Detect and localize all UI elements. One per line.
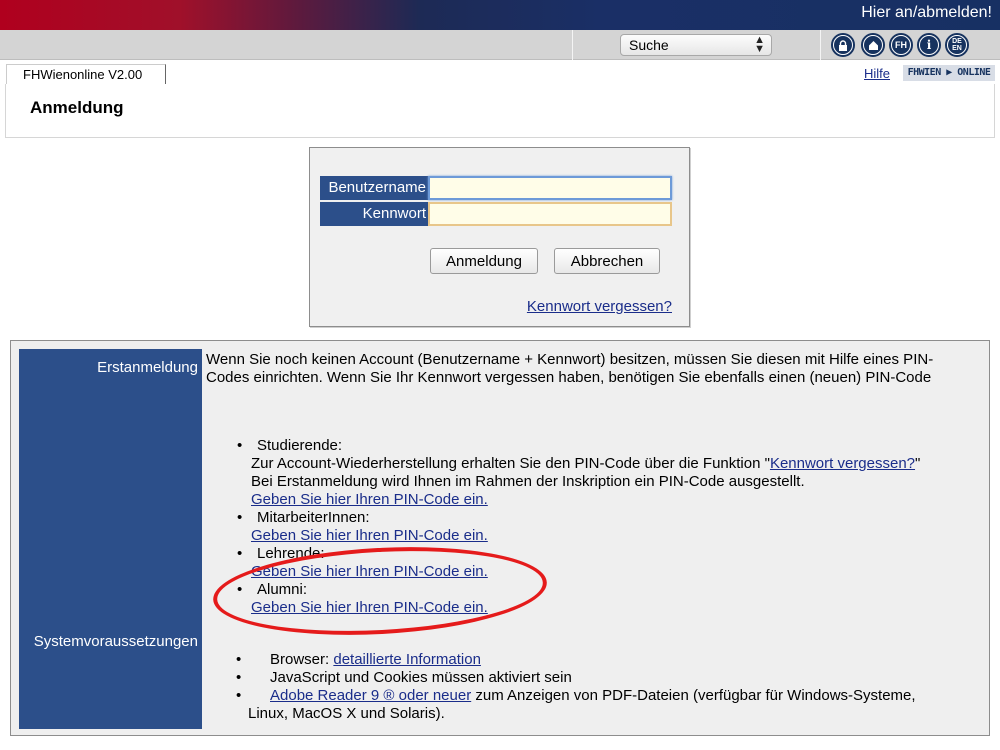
fh-icon[interactable]: FH (889, 33, 913, 57)
students-line1-prefix: Zur Account-Wiederherstellung erhalten S… (251, 455, 770, 472)
select-arrows-icon: ▲ ▼ (754, 34, 765, 55)
username-label: Benutzername (320, 176, 428, 200)
students-pin-link[interactable]: Geben Sie hier Ihren PIN-Code ein. (251, 491, 488, 509)
title-panel: Anmeldung (5, 84, 995, 138)
browser-info-link[interactable]: detaillierte Information (333, 651, 481, 668)
requirement-browser: Browser: detaillierte Information (270, 651, 481, 669)
requirement-adobe: Adobe Reader 9 ® oder neuer zum Anzeigen… (270, 687, 916, 705)
bullet: • (237, 545, 243, 562)
top-banner: Hier an/abmelden! (0, 0, 1000, 30)
search-cell: Suche ▲ ▼ (572, 30, 820, 60)
brand-logo: FHWIEN ▶ ONLINE (903, 65, 995, 81)
students-line1: Zur Account-Wiederherstellung erhalten S… (251, 455, 920, 473)
page-title: Anmeldung (30, 98, 124, 117)
password-field[interactable] (428, 202, 672, 226)
requirement-js-cookies: JavaScript und Cookies müssen aktiviert … (270, 669, 572, 686)
students-title: Studierende: (257, 437, 343, 454)
toolbar: Suche ▲ ▼ FH i DE EN (0, 30, 1000, 60)
info-icon[interactable]: i (917, 33, 941, 57)
system-requirements-label: Systemvoraussetzungen (33, 633, 198, 650)
cancel-button[interactable]: Abbrechen (554, 248, 660, 274)
staff-pin-link[interactable]: Geben Sie hier Ihren PIN-Code ein. (251, 527, 488, 545)
bullet: • (236, 651, 242, 668)
icon-cell: FH i DE EN (820, 30, 1000, 60)
search-select[interactable]: Suche ▲ ▼ (620, 34, 772, 56)
username-field[interactable] (428, 176, 672, 200)
bullet: • (237, 437, 243, 454)
tab-row: FHWienonline V2.00 Hilfe FHWIEN ▶ ONLINE (0, 60, 1000, 84)
help-link[interactable]: Hilfe (864, 66, 890, 81)
first-login-label: Erstanmeldung (97, 359, 198, 376)
info-panel: Erstanmeldung Systemvoraussetzungen Wenn… (10, 340, 990, 736)
tab-fhwienonline[interactable]: FHWienonline V2.00 (6, 64, 166, 84)
language-icon[interactable]: DE EN (945, 33, 969, 57)
forgot-password-link[interactable]: Kennwort vergessen? (527, 298, 672, 315)
lock-icon[interactable] (831, 33, 855, 57)
browser-label: Browser: (270, 651, 334, 668)
bullet: • (236, 687, 242, 704)
search-select-value: Suche (629, 37, 669, 53)
info-side-label: Erstanmeldung Systemvoraussetzungen (19, 349, 202, 729)
adobe-reader-link[interactable]: Adobe Reader 9 ® oder neuer (270, 687, 471, 704)
login-logout-link[interactable]: Hier an/abmelden! (861, 4, 992, 22)
intro-text: Wenn Sie noch keinen Account (Benutzerna… (206, 351, 934, 386)
students-line2: Bei Erstanmeldung wird Ihnen im Rahmen d… (251, 473, 805, 490)
students-forgot-password-link[interactable]: Kennwort vergessen? (770, 455, 915, 472)
staff-title: MitarbeiterInnen: (257, 509, 370, 526)
bullet: • (237, 509, 243, 526)
password-label: Kennwort (320, 202, 428, 226)
requirement-adobe-line2: Linux, MacOS X und Solaris). (248, 705, 445, 722)
adobe-suffix: zum Anzeigen von PDF-Dateien (verfügbar … (471, 687, 916, 704)
home-icon[interactable] (861, 33, 885, 57)
bullet: • (236, 669, 242, 686)
login-form: Benutzername Kennwort Anmeldung Abbreche… (309, 147, 690, 327)
login-button[interactable]: Anmeldung (430, 248, 538, 274)
students-line1-suffix: " (915, 455, 921, 472)
